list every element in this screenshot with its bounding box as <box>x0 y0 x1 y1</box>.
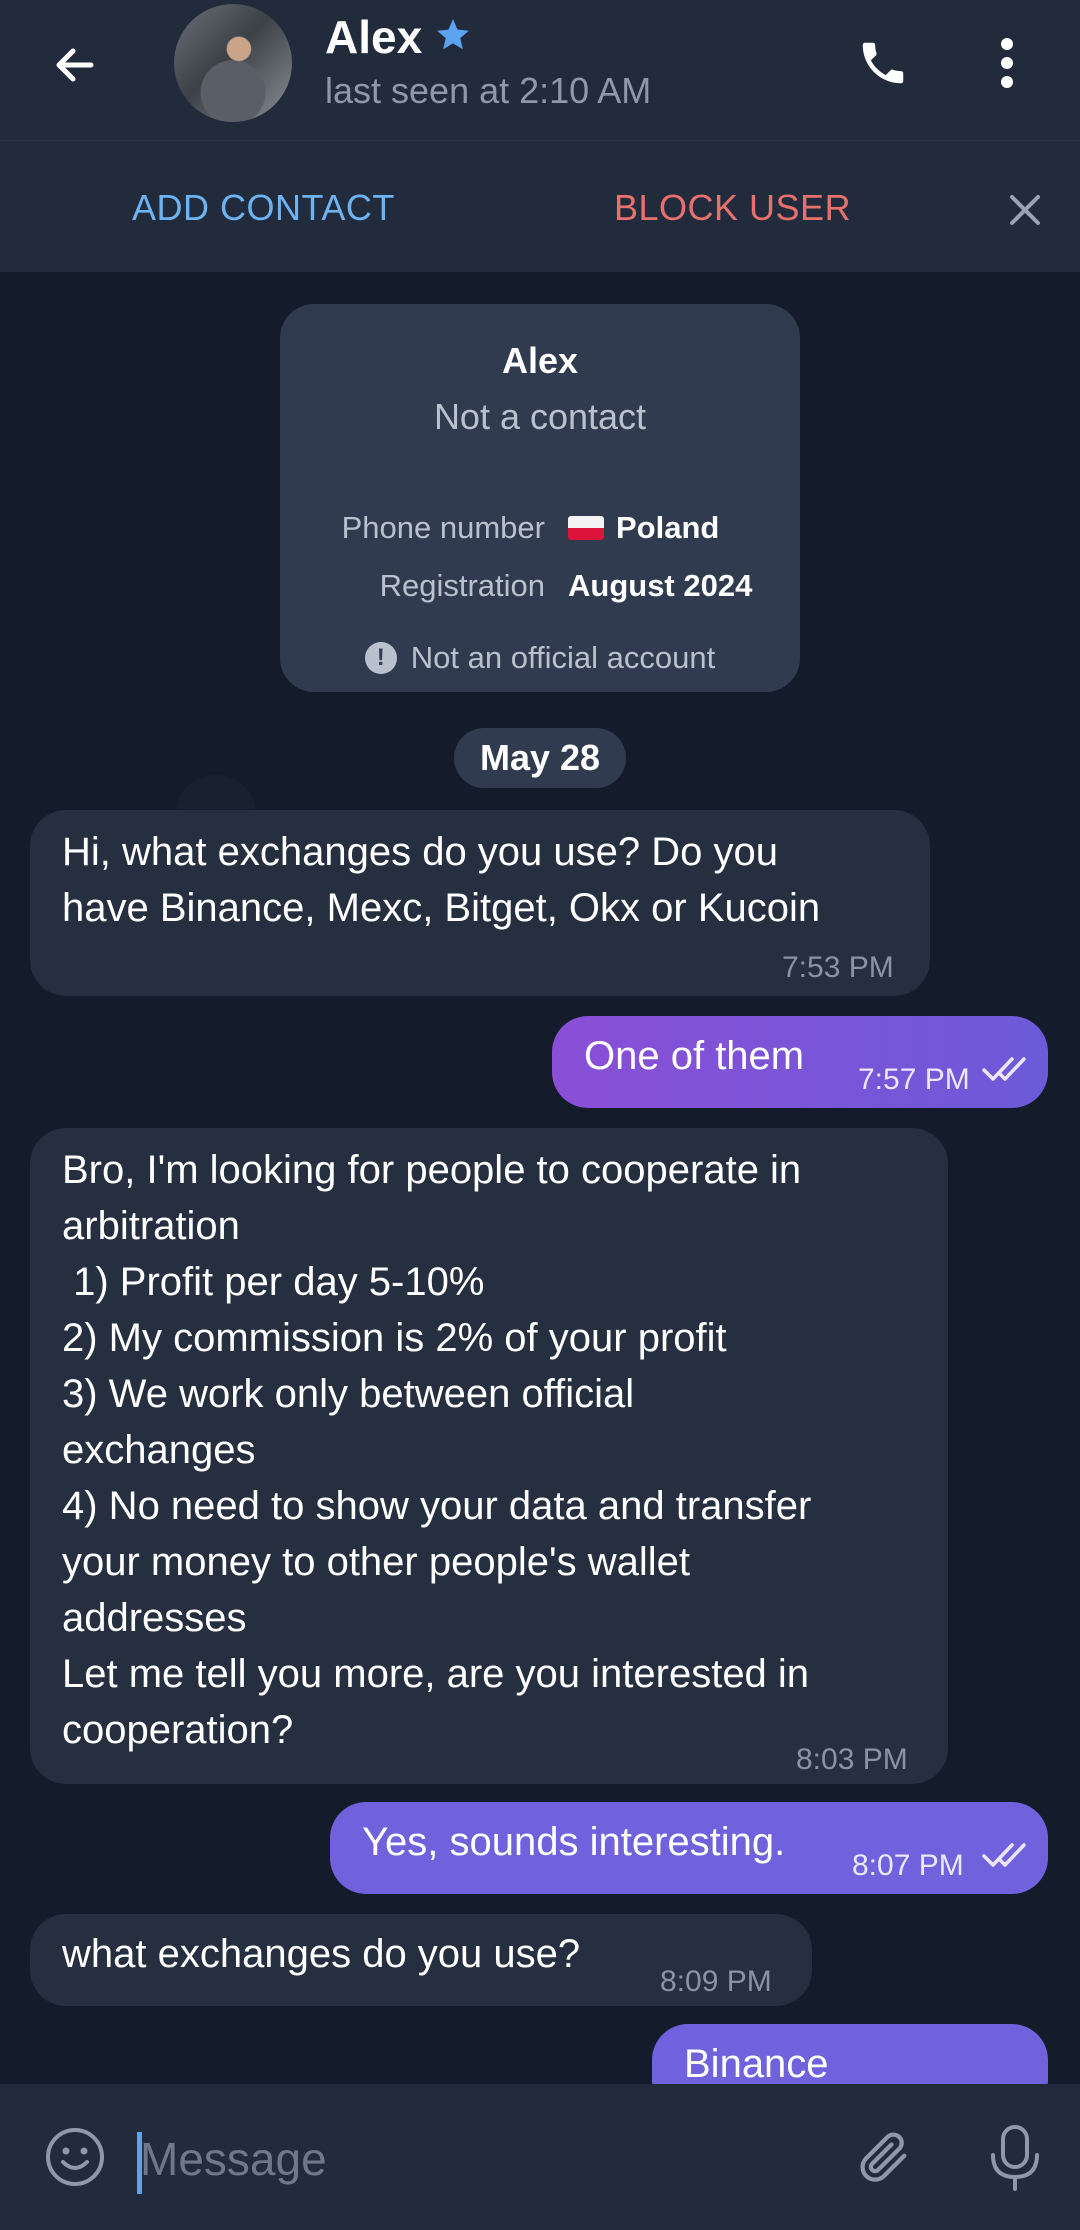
poland-flag-icon <box>568 516 604 540</box>
attach-button[interactable] <box>850 2124 916 2190</box>
message-time: 8:03 PM <box>796 1743 908 1776</box>
paperclip-icon <box>860 2132 907 2182</box>
message-time: 8:07 PM <box>852 1849 964 1882</box>
phone-number-value: Poland <box>568 510 719 546</box>
registration-label: Registration <box>379 568 545 603</box>
chat-header: Alex last seen at 2:10 AM <box>0 0 1080 140</box>
back-button[interactable] <box>40 30 110 100</box>
close-icon <box>1010 195 1040 225</box>
more-vert-icon <box>1001 38 1013 88</box>
message-input[interactable] <box>140 2122 820 2196</box>
contact-action-bar: ADD CONTACT BLOCK USER <box>0 140 1080 272</box>
message-bubble-incoming[interactable]: Bro, I'm looking for people to cooperate… <box>30 1128 948 1784</box>
chat-area[interactable]: Alex Not a contact Phone number Poland R… <box>0 272 1080 2084</box>
message-bubble-outgoing[interactable]: Yes, sounds interesting. 8:07 PM <box>330 1802 1048 1894</box>
contact-info-card: Alex Not a contact Phone number Poland R… <box>280 304 800 692</box>
message-time: 7:57 PM <box>858 1063 970 1096</box>
message-bubble-outgoing[interactable]: Binance 8:11 PM <box>652 2024 1048 2084</box>
message-composer <box>0 2084 1080 2230</box>
message-bubble-incoming[interactable]: Hi, what exchanges do you use? Do you ha… <box>30 810 930 996</box>
avatar[interactable] <box>174 4 292 122</box>
message-text: Bro, I'm looking for people to cooperate… <box>62 1148 812 1752</box>
emoji-icon <box>46 2128 104 2186</box>
message-bubble-incoming[interactable]: what exchanges do you use? 8:09 PM <box>30 1914 812 2006</box>
close-action-bar-button[interactable] <box>1000 185 1050 235</box>
message-bubble-outgoing[interactable]: One of them 7:57 PM <box>552 1016 1048 1108</box>
info-card-name: Alex <box>501 340 579 381</box>
message-time: 8:09 PM <box>660 1965 772 1998</box>
star-icon <box>437 19 469 50</box>
date-separator: May 28 <box>454 728 626 788</box>
message-time: 7:53 PM <box>782 951 894 984</box>
message-text: Binance <box>684 2042 829 2084</box>
block-user-button[interactable]: BLOCK USER <box>614 187 851 229</box>
message-time: 8:11 PM <box>866 2068 976 2084</box>
official-account-note: ! Not an official account <box>280 640 800 676</box>
official-account-note-text: Not an official account <box>410 640 716 675</box>
phone-country: Poland <box>616 510 720 545</box>
microphone-icon <box>991 2125 1039 2191</box>
message-text: One of them <box>584 1034 805 1078</box>
phone-number-label: Phone number <box>341 510 545 545</box>
alert-icon: ! <box>364 642 397 674</box>
more-options-button[interactable] <box>982 28 1032 98</box>
read-double-check-icon <box>982 1057 1026 1081</box>
last-seen-status: last seen at 2:10 AM <box>325 70 652 111</box>
info-card-subtitle: Not a contact <box>433 396 647 437</box>
read-double-check-icon <box>982 1843 1026 1867</box>
add-contact-button[interactable]: ADD CONTACT <box>132 187 395 229</box>
emoji-button[interactable] <box>42 2124 108 2190</box>
phone-icon <box>862 42 904 84</box>
message-text: Yes, sounds interesting. <box>362 1820 786 1864</box>
message-text: Hi, what exchanges do you use? Do you ha… <box>62 830 821 930</box>
registration-value: August 2024 <box>568 568 753 603</box>
message-text: what exchanges do you use? <box>62 1932 581 1976</box>
voice-record-button[interactable] <box>982 2120 1048 2196</box>
call-button[interactable] <box>848 28 918 98</box>
contact-name[interactable]: Alex <box>325 10 422 64</box>
arrow-left-icon <box>56 48 94 82</box>
